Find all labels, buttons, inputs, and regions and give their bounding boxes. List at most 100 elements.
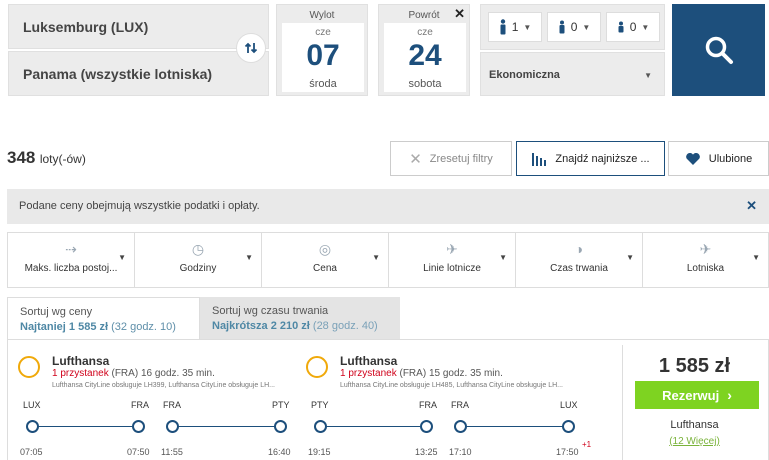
filter-hours[interactable]: ◷ Godziny ▼ (135, 233, 262, 287)
inbound-stop-airport: (FRA) (399, 368, 427, 379)
outbound-leg: Lufthansa 1 przystanek (FRA) 16 godz. 35… (8, 340, 308, 460)
heart-icon (685, 152, 700, 165)
chevron-down-icon: ▼ (752, 253, 760, 262)
search-button[interactable] (672, 4, 765, 96)
inbound-operator: Lufthansa CityLine obsługuje LH485, Luft… (340, 382, 563, 389)
adults-select[interactable]: 1 ▼ (488, 12, 542, 42)
return-date-picker[interactable]: Powrót ✕ cze 24 sobota (378, 4, 470, 96)
outbound-segment-2 (177, 426, 280, 427)
sort-tabs: Sortuj wg ceny Najtaniej 1 585 zł (32 go… (7, 297, 769, 339)
outbound-stop-marker (132, 420, 145, 433)
next-day-badge: +1 (582, 440, 592, 449)
find-lowest-button[interactable]: Znajdź najniższe ... (516, 141, 665, 176)
departure-date[interactable]: cze 07 środa (282, 23, 364, 92)
outbound-airport-3: FRA (163, 400, 181, 410)
price-notice: Podane ceny obejmują wszystkie podatki i… (7, 189, 769, 224)
inbound-stops: 1 przystanek (FRA) 15 godz. 35 min. (340, 368, 503, 379)
filter-price-label: Cena (313, 263, 337, 274)
inbound-stop-marker (314, 420, 327, 433)
inbound-stop-marker (562, 420, 575, 433)
chevron-down-icon: ▼ (523, 22, 532, 32)
reset-filters-button[interactable]: ✕ Zresetuj filtry (390, 141, 512, 176)
swap-airports-button[interactable] (236, 33, 266, 63)
filter-hours-label: Godziny (179, 263, 217, 274)
outbound-stops-count: 1 przystanek (52, 368, 109, 379)
inbound-segment-2 (465, 426, 568, 427)
outbound-duration: 16 godz. 35 min. (140, 368, 215, 379)
origin-value: Luksemburg (LUX) (23, 19, 149, 35)
flight-result-card[interactable]: Lufthansa 1 przystanek (FRA) 16 godz. 35… (7, 339, 769, 460)
inbound-stop-marker (454, 420, 467, 433)
reserve-button[interactable]: Rezerwuj › (635, 381, 759, 409)
chevron-down-icon: ▼ (372, 253, 380, 262)
children-select[interactable]: 0 ▼ (547, 12, 601, 42)
outbound-stop-marker (166, 420, 179, 433)
notice-text: Podane ceny obejmują wszystkie podatki i… (19, 200, 260, 212)
outbound-airport-2: FRA (131, 400, 149, 410)
outbound-time-2: 07:50 (127, 447, 150, 457)
inbound-leg: Lufthansa 1 przystanek (FRA) 15 godz. 35… (296, 340, 596, 460)
filter-stops[interactable]: ⇢ Maks. liczba postoj... ▼ (8, 233, 135, 287)
filter-stops-label: Maks. liczba postoj... (24, 263, 118, 274)
inbound-airport-1: PTY (311, 400, 329, 410)
swap-icon (244, 42, 258, 54)
inbound-duration: 15 godz. 35 min. (428, 368, 503, 379)
chevron-down-icon: ▼ (582, 22, 591, 32)
departure-date-picker[interactable]: Wylot cze 07 środa (276, 4, 368, 96)
destination-field[interactable]: Panama (wszystkie lotniska) (8, 51, 269, 96)
child-icon (559, 20, 565, 34)
favorites-button[interactable]: Ulubione (668, 141, 769, 176)
infants-count: 0 (629, 20, 637, 34)
cabin-class-value: Ekonomiczna (489, 69, 560, 81)
children-count: 0 (570, 20, 578, 34)
return-date[interactable]: cze 24 sobota (384, 23, 466, 92)
inbound-time-1: 19:15 (308, 447, 331, 457)
tab-sort-duration[interactable]: Sortuj wg czasu trwania Najkrótsza 2 210… (200, 297, 400, 339)
sort-duration-summary: Najkrótsza 2 210 zł (28 godz. 40) (212, 320, 378, 332)
adults-count: 1 (511, 20, 519, 34)
sort-price-summary: Najtaniej 1 585 zł (32 godz. 10) (20, 321, 176, 333)
close-icon: ✕ (409, 150, 422, 168)
flight-price: 1 585 zł (658, 355, 731, 377)
filter-duration-label: Czas trwania (550, 263, 608, 274)
chevron-down-icon: ▼ (644, 71, 652, 80)
reset-filters-label: Zresetuj filtry (429, 152, 493, 165)
return-weekday: sobota (408, 78, 442, 90)
return-month: cze (417, 27, 433, 38)
search-icon (705, 36, 733, 64)
search-bar: Luksemburg (LUX) Panama (wszystkie lotni… (0, 0, 769, 104)
outbound-stop-airport: (FRA) (111, 368, 139, 379)
filter-airlines-label: Linie lotnicze (423, 263, 481, 274)
chevron-down-icon: ▼ (626, 253, 634, 262)
filter-duration[interactable]: ◑ Czas trwania ▼ (516, 233, 643, 287)
cabin-class-select[interactable]: Ekonomiczna ▼ (480, 52, 665, 96)
sort-price-value: 1 585 zł (68, 321, 109, 333)
return-day: 24 (408, 39, 442, 72)
inbound-time-2: 13:25 (415, 447, 438, 457)
chevron-down-icon: ▼ (641, 22, 650, 32)
inbound-segment-1 (320, 426, 420, 427)
results-suffix: loty(-ów) (39, 152, 86, 166)
filter-airports[interactable]: ✈ Lotniska ▼ (643, 233, 768, 287)
inbound-airline: Lufthansa (340, 354, 398, 368)
outbound-stop-marker (26, 420, 39, 433)
origin-field[interactable]: Luksemburg (LUX) (8, 4, 269, 49)
outbound-airport-4: PTY (272, 400, 290, 410)
clock-icon: ◷ (191, 241, 205, 257)
outbound-time-3: 11:55 (161, 447, 183, 457)
more-offers-link[interactable]: (12 Więcej) (623, 436, 766, 447)
chevron-down-icon: ▼ (499, 253, 507, 262)
airport-icon: ✈ (699, 241, 712, 257)
tab-sort-price[interactable]: Sortuj wg ceny Najtaniej 1 585 zł (32 go… (7, 297, 200, 339)
infant-icon (618, 21, 624, 33)
sort-duration-detail: (28 godz. 40) (312, 320, 378, 332)
close-notice-icon[interactable]: ✕ (746, 198, 757, 214)
filter-airlines[interactable]: ✈ Linie lotnicze ▼ (389, 233, 516, 287)
passengers-panel: 1 ▼ 0 ▼ 0 ▼ (480, 4, 665, 50)
inbound-airport-4: LUX (560, 400, 578, 410)
filter-price[interactable]: ◎ Cena ▼ (262, 233, 389, 287)
inbound-airport-2: FRA (419, 400, 437, 410)
infants-select[interactable]: 0 ▼ (606, 12, 660, 42)
sort-duration-value: 2 210 zł (270, 320, 310, 332)
clear-return-icon[interactable]: ✕ (454, 6, 465, 22)
